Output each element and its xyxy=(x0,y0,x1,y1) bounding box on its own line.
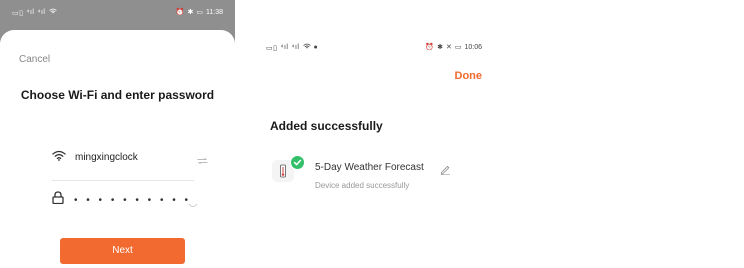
done-button[interactable]: Done xyxy=(455,70,483,82)
status-bar: ▭▯ ⁴ıl ⁴ıl ⏰ ✱ ▭ 11:38 xyxy=(0,0,235,24)
wifi-icon xyxy=(52,148,66,166)
wifi-status-icon xyxy=(302,43,311,52)
show-password-icon[interactable] xyxy=(188,196,198,214)
wifi-network-field[interactable]: mingxingclock xyxy=(52,148,208,166)
thermometer-icon xyxy=(278,164,288,183)
wifi-name: mingxingclock xyxy=(75,151,138,163)
page-title: Added successfully xyxy=(270,119,383,133)
status-time: 11:38 xyxy=(206,8,223,16)
status-bar-left: ▭▯ ⁴ıl ⁴ıl ● xyxy=(266,43,318,52)
status-bar-right: ⏰ ✱ ✕ ▭ 10:06 xyxy=(425,43,482,52)
field-divider xyxy=(52,180,194,181)
signal-icon: ⁴ıl xyxy=(291,44,300,51)
password-value: • • • • • • • • • • xyxy=(74,194,192,206)
status-bar-left: ▭▯ ⁴ıl ⁴ıl xyxy=(12,8,57,17)
next-button[interactable]: Next xyxy=(60,238,185,264)
wifi-password-sheet: Cancel Choose Wi-Fi and enter password m… xyxy=(0,30,235,268)
lock-icon xyxy=(52,191,64,209)
success-check-icon xyxy=(290,155,305,170)
signal-icon: ⁴ıl xyxy=(280,44,289,51)
location-icon: ● xyxy=(313,44,319,51)
sim-icon: ▭▯ xyxy=(266,44,278,52)
page-title: Choose Wi-Fi and enter password xyxy=(20,88,215,102)
device-status-text: Device added successfully xyxy=(315,181,410,190)
signal-icon: ⁴ıl xyxy=(26,9,35,16)
edit-name-icon[interactable] xyxy=(440,162,451,180)
mute-icon: ✕ xyxy=(445,44,452,51)
status-bar: ▭▯ ⁴ıl ⁴ıl ● ⏰ ✱ ✕ ▭ 10:06 xyxy=(262,36,492,58)
alarm-icon: ⏰ xyxy=(425,44,435,51)
battery-icon: ▭ xyxy=(454,44,462,51)
device-name: 5-Day Weather Forecast xyxy=(315,162,424,173)
bluetooth-icon: ✱ xyxy=(187,9,194,16)
status-time: 10:06 xyxy=(464,43,482,51)
signal-icon: ⁴ıl xyxy=(37,9,46,16)
sim-icon: ▭▯ xyxy=(12,9,24,17)
bluetooth-icon: ✱ xyxy=(437,44,443,51)
alarm-icon: ⏰ xyxy=(175,9,185,16)
battery-icon: ▭ xyxy=(196,9,203,16)
status-bar-right: ⏰ ✱ ▭ 11:38 xyxy=(175,8,223,17)
password-field[interactable]: • • • • • • • • • • xyxy=(52,191,198,209)
cancel-button[interactable]: Cancel xyxy=(19,54,50,65)
device-added-screen: ▭▯ ⁴ıl ⁴ıl ● ⏰ ✱ ✕ ▭ 10:06 Done Added su… xyxy=(262,36,492,206)
wifi-setup-screen: ▭▯ ⁴ıl ⁴ıl ⏰ ✱ ▭ 11:38 Cancel Choose Wi-… xyxy=(0,0,235,268)
screenshot-stage: ▭▯ ⁴ıl ⁴ıl ⏰ ✱ ▭ 11:38 Cancel Choose Wi-… xyxy=(0,0,744,268)
wifi-status-icon xyxy=(48,8,57,17)
switch-network-icon[interactable] xyxy=(197,152,208,170)
